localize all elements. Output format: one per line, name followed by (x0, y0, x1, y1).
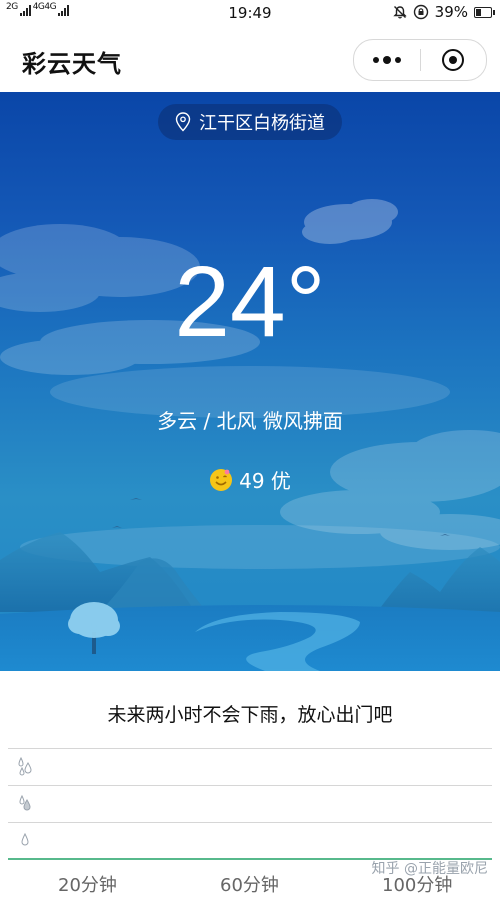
chart-gridline (8, 748, 492, 749)
air-quality[interactable]: 49 优 (0, 465, 500, 494)
cloud-shapes (302, 199, 398, 244)
time-label-60: 60分钟 (220, 875, 279, 896)
moderate-rain-icon (19, 794, 31, 811)
app-header: 彩云天气 (0, 26, 500, 92)
battery-fill (476, 8, 481, 16)
heavy-rain-icon (18, 757, 32, 776)
current-temperature: 24° (174, 246, 326, 358)
location-pin-icon (175, 112, 191, 132)
target-close-icon (442, 49, 465, 71)
location-name: 江干区白杨街道 (199, 113, 325, 134)
more-button[interactable] (354, 40, 420, 80)
battery-percent: 39% (434, 3, 468, 21)
light-rain-icon (21, 832, 29, 846)
weather-description: 多云 / 北风 微风拂面 (157, 409, 343, 433)
weather-hero: 江干区白杨街道 24° 多云 / 北风 微风拂面 49 优 (0, 92, 500, 671)
location-selector[interactable]: 江干区白杨街道 (158, 104, 342, 140)
smiley-face-icon (210, 468, 233, 491)
aqi-value: 49 优 (239, 469, 291, 493)
landscape-illustration (0, 199, 500, 671)
more-dots-icon (372, 56, 401, 64)
status-bar: 2G 4G4G 19:49 39% (0, 0, 500, 26)
chart-gridline (8, 822, 492, 823)
chart-gridline (8, 785, 492, 786)
close-button[interactable] (421, 40, 487, 80)
bell-mute-icon (392, 6, 407, 19)
rain-forecast-message: 未来两小时不会下雨，放心出门吧 (107, 704, 393, 726)
watermark: 知乎 @正能量欧尼 (371, 861, 488, 877)
app-title: 彩云天气 (22, 50, 122, 78)
time-label-20: 20分钟 (58, 875, 117, 896)
lock-rotation-icon (413, 4, 428, 20)
status-right: 39% (392, 3, 495, 21)
battery-icon (474, 6, 495, 18)
mini-program-capsule (353, 39, 487, 81)
